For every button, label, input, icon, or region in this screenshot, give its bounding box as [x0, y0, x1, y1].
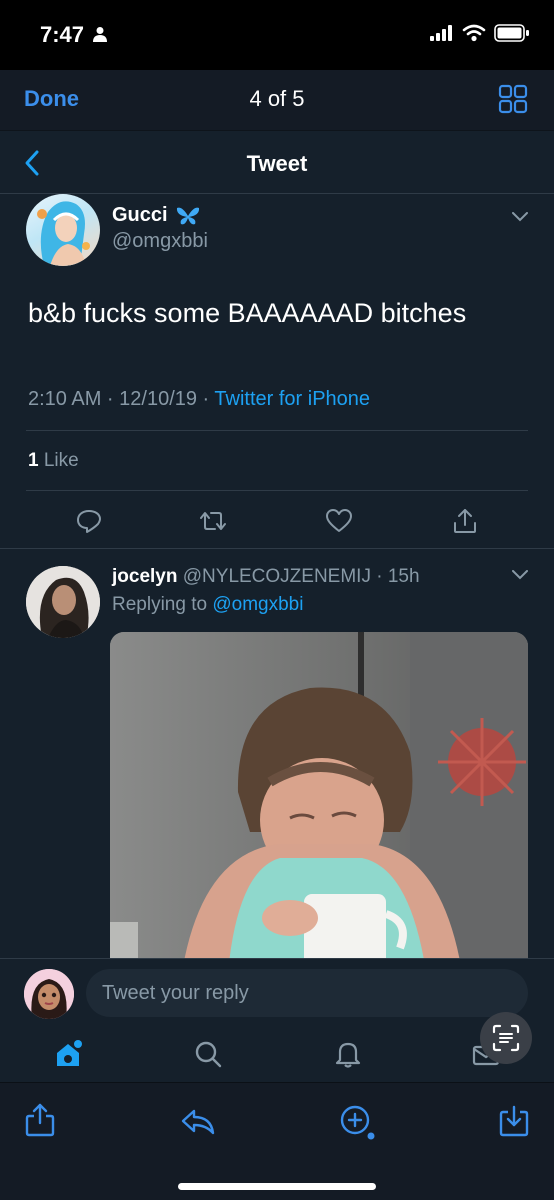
battery-icon	[494, 24, 529, 42]
grid-view-icon[interactable]	[498, 84, 528, 114]
viewer-toolbar: Done 4 of 5	[0, 70, 554, 130]
tweet-meta: 2:10 AM · 12/10/19 · Twitter for iPhone	[28, 388, 370, 411]
bell-icon[interactable]	[334, 1040, 362, 1068]
chevron-down-icon[interactable]	[512, 212, 528, 222]
tweet-text: b&b fucks some BAAAAAAD bitches	[28, 298, 467, 328]
share-icon[interactable]	[452, 508, 478, 534]
author-name-row: Gucci	[112, 204, 200, 227]
likes-row[interactable]: 1 Like	[28, 450, 79, 472]
twitter-tab-bar	[0, 1028, 554, 1082]
replying-prefix: Replying to	[112, 594, 213, 615]
gif-image	[110, 632, 528, 958]
replying-to: Replying to @omgxbbi	[112, 594, 303, 616]
like-count: 1	[28, 450, 39, 471]
chevron-down-icon[interactable]	[512, 570, 528, 580]
my-avatar[interactable]	[24, 969, 74, 1019]
retweet-icon[interactable]	[200, 508, 226, 534]
home-icon[interactable]	[54, 1040, 82, 1068]
butterfly-icon	[176, 207, 199, 224]
text-scan-icon	[492, 1024, 520, 1052]
live-text-scan-button[interactable]	[480, 1012, 532, 1064]
download-icon[interactable]	[498, 1103, 530, 1137]
reply-arrow-icon[interactable]	[180, 1103, 216, 1137]
author-handle[interactable]: @omgxbbi	[112, 230, 208, 253]
signal-icon	[430, 25, 452, 41]
divider	[0, 548, 554, 549]
reply-composer	[0, 958, 554, 1028]
page-counter: 4 of 5	[249, 86, 305, 111]
status-bar: 7:47	[0, 0, 554, 70]
tweet-detail: Gucci @omgxbbi b&b fucks some BAAAAAAD b…	[0, 194, 554, 958]
reply-author-name[interactable]: jocelyn	[112, 566, 177, 587]
status-indicators	[430, 24, 530, 42]
status-time: 7:47	[40, 22, 85, 47]
avatar-illustration	[24, 969, 74, 1019]
avatar-photo	[26, 566, 100, 638]
tweet-source-link[interactable]: Twitter for iPhone	[214, 388, 370, 410]
markup-icon[interactable]	[338, 1103, 376, 1141]
person-icon	[93, 27, 107, 42]
replying-mention-link[interactable]: @omgxbbi	[212, 594, 303, 615]
divider	[26, 490, 528, 491]
nav-title: Tweet	[246, 151, 308, 176]
tweet-nav-bar: Tweet	[0, 130, 554, 194]
viewer-bottom-toolbar	[0, 1082, 554, 1200]
author-avatar[interactable]	[26, 194, 100, 266]
heart-icon[interactable]	[326, 508, 352, 534]
reply-author-meta: @NYLECOJZENEMIJ · 15h	[177, 566, 420, 587]
search-icon[interactable]	[194, 1040, 222, 1068]
tweet-timestamp: 2:10 AM · 12/10/19 ·	[28, 388, 215, 410]
reply-icon[interactable]	[76, 508, 102, 534]
reply-media-gif[interactable]	[110, 632, 528, 958]
home-indicator[interactable]	[178, 1183, 376, 1190]
like-label: Like	[38, 450, 79, 471]
reply-header: jocelyn @NYLECOJZENEMIJ · 15h	[112, 566, 420, 588]
reply-author-avatar[interactable]	[26, 566, 100, 638]
author-display-name[interactable]: Gucci	[112, 204, 168, 227]
avatar-illustration	[37, 201, 90, 266]
wifi-icon	[462, 24, 486, 42]
reply-input[interactable]	[86, 969, 528, 1017]
divider	[26, 430, 528, 431]
share-icon[interactable]	[24, 1103, 56, 1137]
